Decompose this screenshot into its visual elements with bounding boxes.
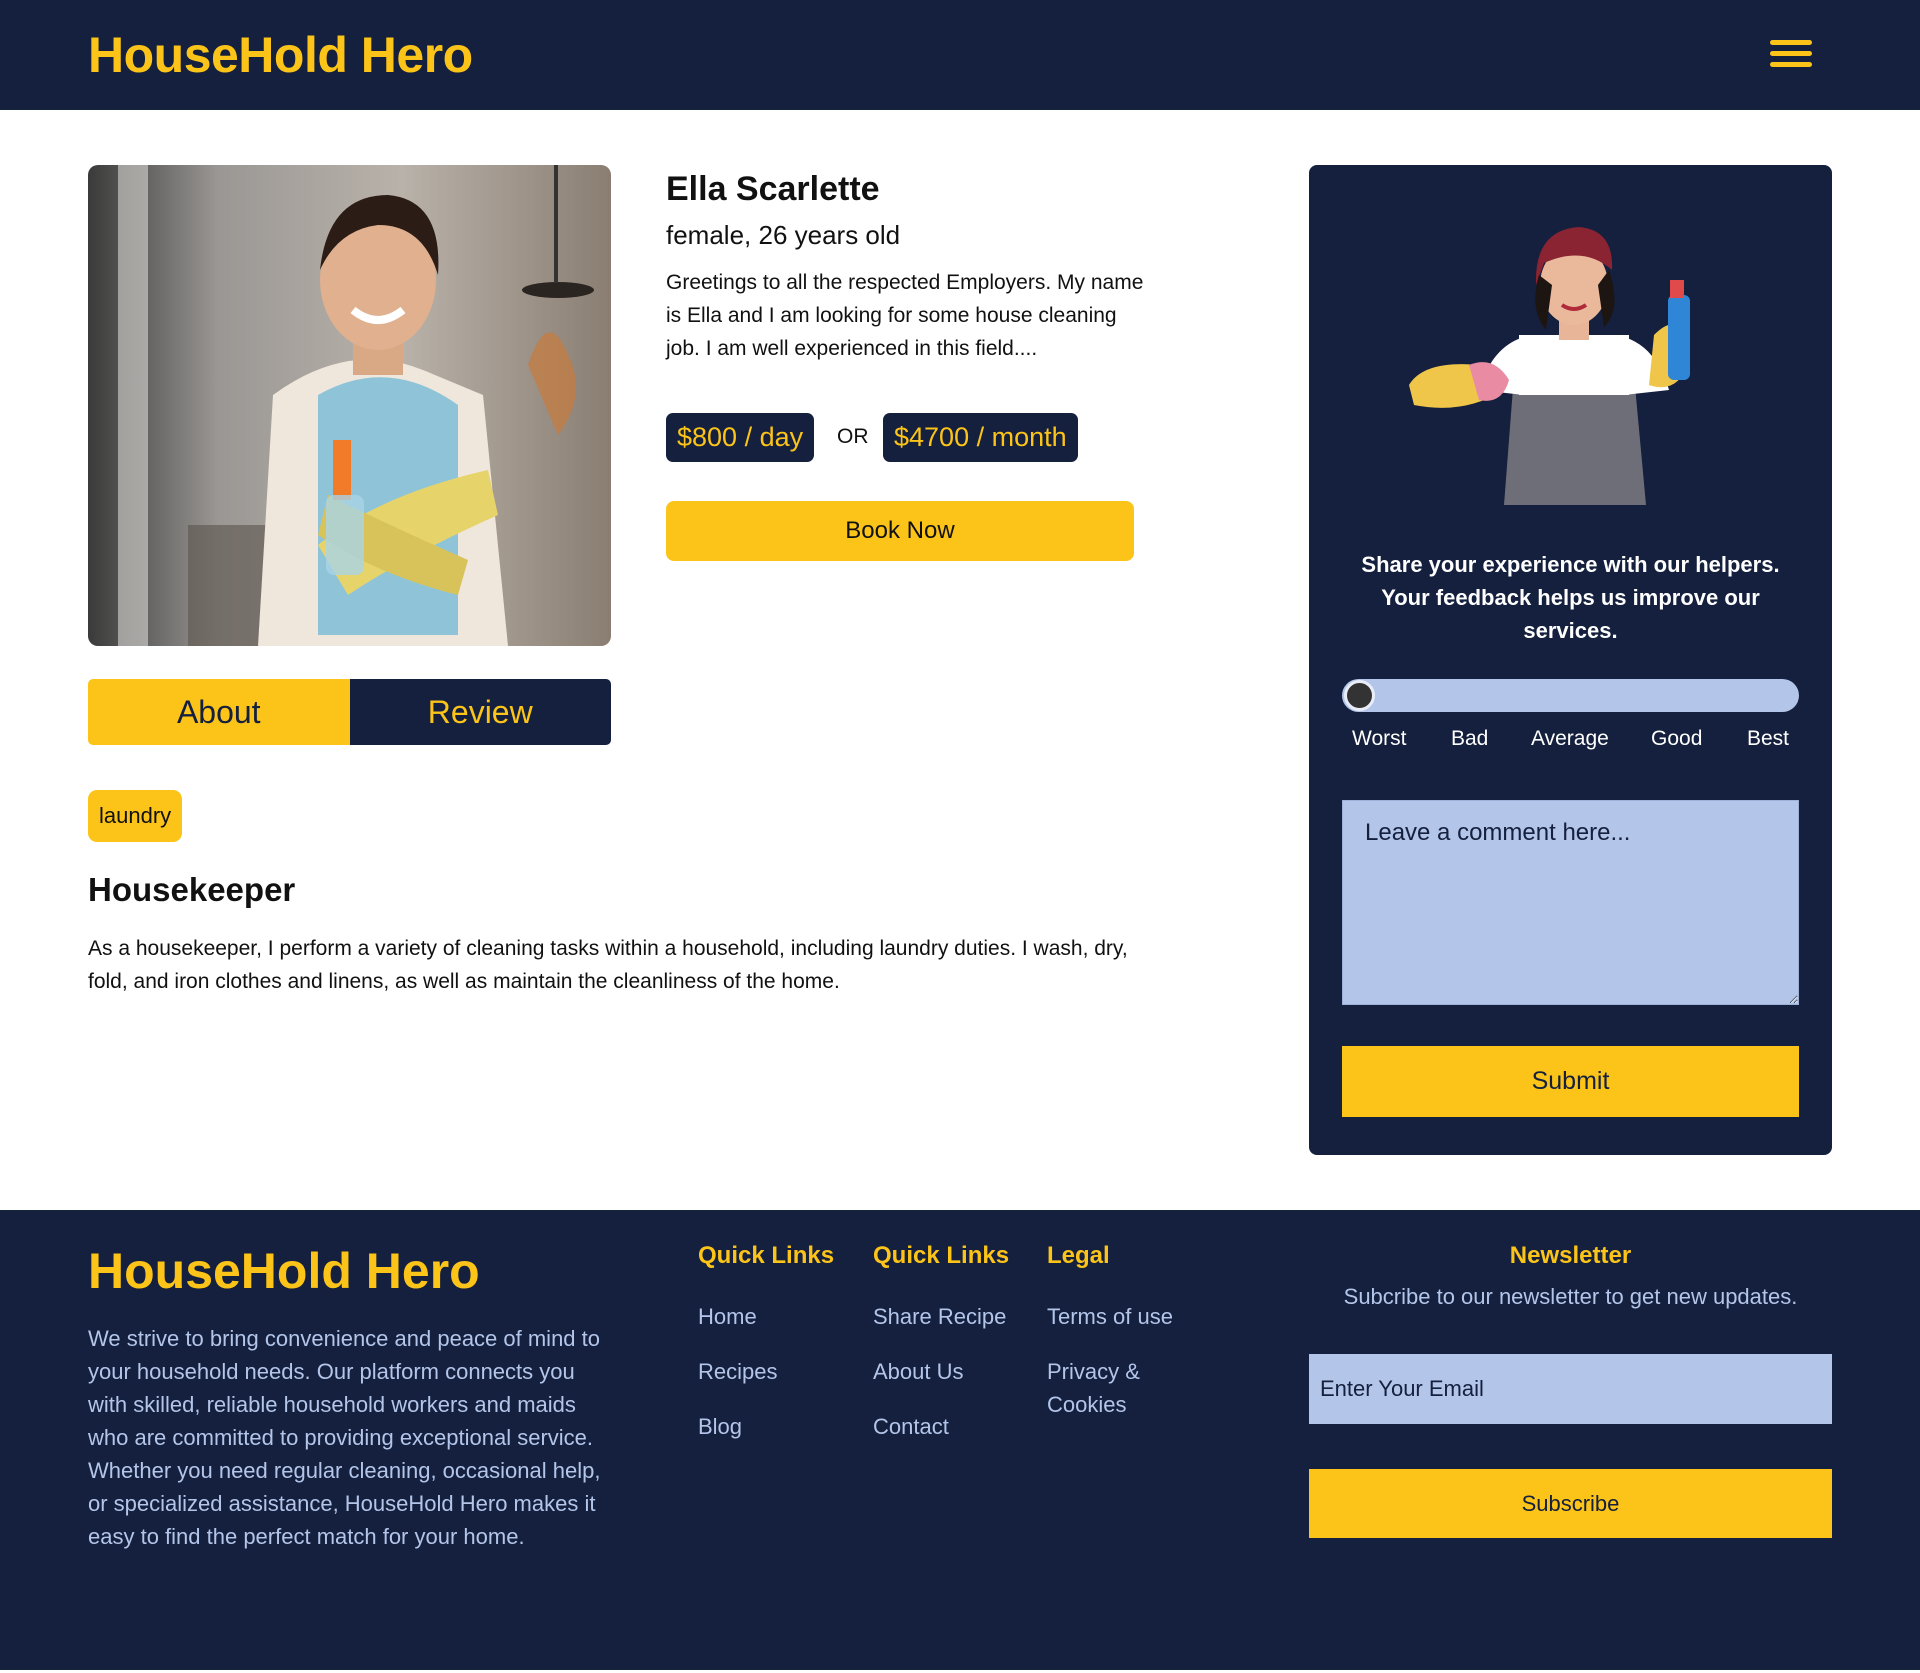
footer-link-privacy[interactable]: Privacy & Cookies xyxy=(1047,1355,1187,1421)
newsletter-title: Newsletter xyxy=(1509,1242,1632,1269)
worker-gender-age: female, 26 years old xyxy=(666,220,901,250)
rating-label-good: Good xyxy=(1651,727,1703,750)
tab-about[interactable]: About xyxy=(88,679,350,745)
footer-column-quick-links-2: Quick Links Share Recipe About Us Contac… xyxy=(873,1242,1009,1465)
footer-column-title: Legal xyxy=(1047,1242,1110,1269)
subscribe-button[interactable]: Subscribe xyxy=(1309,1469,1832,1538)
rating-label-bad: Bad xyxy=(1451,727,1489,750)
site-footer: HouseHold Hero We strive to bring conven… xyxy=(0,1210,1920,1670)
footer-column-legal: Legal Terms of use Privacy & Cookies xyxy=(1047,1242,1187,1443)
tab-review[interactable]: Review xyxy=(349,679,611,745)
feedback-panel: Share your experience with our helpers. … xyxy=(1309,165,1832,1155)
hamburger-menu-icon[interactable] xyxy=(1770,40,1816,74)
footer-link-contact[interactable]: Contact xyxy=(873,1410,1009,1443)
footer-link-terms[interactable]: Terms of use xyxy=(1047,1300,1187,1333)
skill-tag: laundry xyxy=(88,790,183,842)
worker-name: Ella Scarlette xyxy=(666,170,880,208)
site-logo[interactable]: HouseHold Hero xyxy=(88,26,473,84)
price-per-month-badge: $4700 / month xyxy=(883,413,1078,462)
rating-label-average: Average xyxy=(1531,727,1609,750)
site-header: HouseHold Hero xyxy=(0,0,1920,110)
price-or-label: OR xyxy=(837,425,869,448)
rating-slider-thumb[interactable] xyxy=(1344,680,1375,711)
price-per-day-badge: $800 / day xyxy=(666,413,815,462)
rating-label-best: Best xyxy=(1747,727,1790,750)
rating-label-worst: Worst xyxy=(1352,727,1407,750)
footer-logo[interactable]: HouseHold Hero xyxy=(88,1242,480,1300)
role-description: As a housekeeper, I perform a variety of… xyxy=(88,937,1128,993)
footer-column-quick-links-1: Quick Links Home Recipes Blog xyxy=(698,1242,834,1465)
footer-column-title: Quick Links xyxy=(873,1242,1010,1269)
footer-link-about-us[interactable]: About Us xyxy=(873,1355,1009,1388)
footer-about-text: We strive to bring convenience and peace… xyxy=(88,1326,601,1549)
newsletter-subtitle: Subcribe to our newsletter to get new up… xyxy=(1343,1284,1798,1309)
footer-link-blog[interactable]: Blog xyxy=(698,1410,834,1443)
worker-photo xyxy=(88,165,611,646)
footer-link-recipes[interactable]: Recipes xyxy=(698,1355,834,1388)
book-now-button[interactable]: Book Now xyxy=(666,501,1134,561)
profile-tabs: About Review xyxy=(88,679,611,745)
feedback-prompt: Share your experience with our helpers. … xyxy=(1361,552,1780,643)
footer-link-home[interactable]: Home xyxy=(698,1300,834,1333)
worker-bio: Greetings to all the respected Employers… xyxy=(666,271,1144,360)
footer-link-share-recipe[interactable]: Share Recipe xyxy=(873,1300,1009,1333)
newsletter-email-input[interactable] xyxy=(1309,1354,1832,1424)
rating-slider[interactable] xyxy=(1342,679,1799,712)
comment-textarea[interactable] xyxy=(1342,800,1799,1005)
submit-feedback-button[interactable]: Submit xyxy=(1342,1046,1799,1117)
cleaner-illustration xyxy=(1384,215,1754,515)
role-title: Housekeeper xyxy=(88,871,296,908)
footer-column-title: Quick Links xyxy=(698,1242,835,1269)
